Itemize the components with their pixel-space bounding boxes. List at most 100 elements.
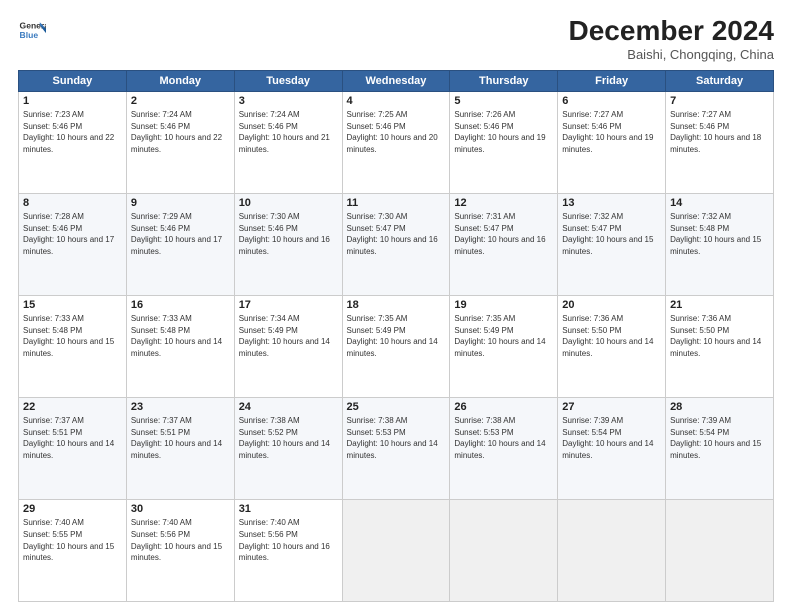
day-number: 15 xyxy=(23,299,122,311)
day-number: 2 xyxy=(131,95,230,107)
page: General Blue December 2024 Baishi, Chong… xyxy=(0,0,792,612)
day-number: 19 xyxy=(454,299,553,311)
day-info: Sunrise: 7:30 AMSunset: 5:47 PMDaylight:… xyxy=(347,212,438,256)
day-info: Sunrise: 7:36 AMSunset: 5:50 PMDaylight:… xyxy=(562,314,653,358)
day-number: 27 xyxy=(562,401,661,413)
day-info: Sunrise: 7:37 AMSunset: 5:51 PMDaylight:… xyxy=(23,416,114,460)
day-number: 10 xyxy=(239,197,338,209)
table-row: 24 Sunrise: 7:38 AMSunset: 5:52 PMDaylig… xyxy=(234,397,342,499)
table-row: 31 Sunrise: 7:40 AMSunset: 5:56 PMDaylig… xyxy=(234,499,342,601)
day-number: 13 xyxy=(562,197,661,209)
month-title: December 2024 xyxy=(569,16,774,47)
day-number: 24 xyxy=(239,401,338,413)
table-row: 11 Sunrise: 7:30 AMSunset: 5:47 PMDaylig… xyxy=(342,193,450,295)
col-wednesday: Wednesday xyxy=(342,70,450,91)
table-row xyxy=(558,499,666,601)
table-row: 26 Sunrise: 7:38 AMSunset: 5:53 PMDaylig… xyxy=(450,397,558,499)
table-row: 28 Sunrise: 7:39 AMSunset: 5:54 PMDaylig… xyxy=(666,397,774,499)
day-info: Sunrise: 7:40 AMSunset: 5:56 PMDaylight:… xyxy=(239,518,330,562)
table-row: 7 Sunrise: 7:27 AMSunset: 5:46 PMDayligh… xyxy=(666,91,774,193)
day-info: Sunrise: 7:33 AMSunset: 5:48 PMDaylight:… xyxy=(131,314,222,358)
day-number: 18 xyxy=(347,299,446,311)
day-info: Sunrise: 7:31 AMSunset: 5:47 PMDaylight:… xyxy=(454,212,545,256)
table-row: 15 Sunrise: 7:33 AMSunset: 5:48 PMDaylig… xyxy=(19,295,127,397)
table-row: 16 Sunrise: 7:33 AMSunset: 5:48 PMDaylig… xyxy=(126,295,234,397)
day-info: Sunrise: 7:32 AMSunset: 5:48 PMDaylight:… xyxy=(670,212,761,256)
day-info: Sunrise: 7:39 AMSunset: 5:54 PMDaylight:… xyxy=(670,416,761,460)
day-info: Sunrise: 7:40 AMSunset: 5:55 PMDaylight:… xyxy=(23,518,114,562)
logo-icon: General Blue xyxy=(18,16,46,44)
table-row xyxy=(342,499,450,601)
day-number: 11 xyxy=(347,197,446,209)
logo: General Blue xyxy=(18,16,46,44)
day-number: 28 xyxy=(670,401,769,413)
table-row: 27 Sunrise: 7:39 AMSunset: 5:54 PMDaylig… xyxy=(558,397,666,499)
col-sunday: Sunday xyxy=(19,70,127,91)
day-number: 21 xyxy=(670,299,769,311)
day-number: 20 xyxy=(562,299,661,311)
table-row: 8 Sunrise: 7:28 AMSunset: 5:46 PMDayligh… xyxy=(19,193,127,295)
table-row: 30 Sunrise: 7:40 AMSunset: 5:56 PMDaylig… xyxy=(126,499,234,601)
col-tuesday: Tuesday xyxy=(234,70,342,91)
col-saturday: Saturday xyxy=(666,70,774,91)
table-row: 25 Sunrise: 7:38 AMSunset: 5:53 PMDaylig… xyxy=(342,397,450,499)
day-info: Sunrise: 7:25 AMSunset: 5:46 PMDaylight:… xyxy=(347,110,438,154)
title-block: December 2024 Baishi, Chongqing, China xyxy=(569,16,774,62)
calendar-week-2: 8 Sunrise: 7:28 AMSunset: 5:46 PMDayligh… xyxy=(19,193,774,295)
day-number: 30 xyxy=(131,503,230,515)
location: Baishi, Chongqing, China xyxy=(569,47,774,62)
day-number: 14 xyxy=(670,197,769,209)
day-info: Sunrise: 7:24 AMSunset: 5:46 PMDaylight:… xyxy=(131,110,222,154)
header: General Blue December 2024 Baishi, Chong… xyxy=(18,16,774,62)
day-info: Sunrise: 7:35 AMSunset: 5:49 PMDaylight:… xyxy=(347,314,438,358)
day-info: Sunrise: 7:35 AMSunset: 5:49 PMDaylight:… xyxy=(454,314,545,358)
table-row: 9 Sunrise: 7:29 AMSunset: 5:46 PMDayligh… xyxy=(126,193,234,295)
calendar-week-1: 1 Sunrise: 7:23 AMSunset: 5:46 PMDayligh… xyxy=(19,91,774,193)
table-row: 6 Sunrise: 7:27 AMSunset: 5:46 PMDayligh… xyxy=(558,91,666,193)
table-row: 10 Sunrise: 7:30 AMSunset: 5:46 PMDaylig… xyxy=(234,193,342,295)
svg-text:Blue: Blue xyxy=(20,30,39,40)
calendar-week-4: 22 Sunrise: 7:37 AMSunset: 5:51 PMDaylig… xyxy=(19,397,774,499)
day-info: Sunrise: 7:27 AMSunset: 5:46 PMDaylight:… xyxy=(562,110,653,154)
calendar-week-5: 29 Sunrise: 7:40 AMSunset: 5:55 PMDaylig… xyxy=(19,499,774,601)
table-row xyxy=(450,499,558,601)
day-number: 17 xyxy=(239,299,338,311)
day-number: 25 xyxy=(347,401,446,413)
day-info: Sunrise: 7:37 AMSunset: 5:51 PMDaylight:… xyxy=(131,416,222,460)
table-row: 2 Sunrise: 7:24 AMSunset: 5:46 PMDayligh… xyxy=(126,91,234,193)
col-monday: Monday xyxy=(126,70,234,91)
day-number: 16 xyxy=(131,299,230,311)
table-row: 3 Sunrise: 7:24 AMSunset: 5:46 PMDayligh… xyxy=(234,91,342,193)
table-row: 21 Sunrise: 7:36 AMSunset: 5:50 PMDaylig… xyxy=(666,295,774,397)
day-number: 9 xyxy=(131,197,230,209)
day-info: Sunrise: 7:23 AMSunset: 5:46 PMDaylight:… xyxy=(23,110,114,154)
day-info: Sunrise: 7:30 AMSunset: 5:46 PMDaylight:… xyxy=(239,212,330,256)
table-row xyxy=(666,499,774,601)
table-row: 19 Sunrise: 7:35 AMSunset: 5:49 PMDaylig… xyxy=(450,295,558,397)
day-number: 26 xyxy=(454,401,553,413)
table-row: 22 Sunrise: 7:37 AMSunset: 5:51 PMDaylig… xyxy=(19,397,127,499)
day-number: 1 xyxy=(23,95,122,107)
col-friday: Friday xyxy=(558,70,666,91)
table-row: 18 Sunrise: 7:35 AMSunset: 5:49 PMDaylig… xyxy=(342,295,450,397)
calendar-table: Sunday Monday Tuesday Wednesday Thursday… xyxy=(18,70,774,602)
col-thursday: Thursday xyxy=(450,70,558,91)
table-row: 12 Sunrise: 7:31 AMSunset: 5:47 PMDaylig… xyxy=(450,193,558,295)
table-row: 23 Sunrise: 7:37 AMSunset: 5:51 PMDaylig… xyxy=(126,397,234,499)
day-info: Sunrise: 7:24 AMSunset: 5:46 PMDaylight:… xyxy=(239,110,330,154)
day-number: 6 xyxy=(562,95,661,107)
table-row: 29 Sunrise: 7:40 AMSunset: 5:55 PMDaylig… xyxy=(19,499,127,601)
day-number: 4 xyxy=(347,95,446,107)
day-number: 3 xyxy=(239,95,338,107)
day-info: Sunrise: 7:27 AMSunset: 5:46 PMDaylight:… xyxy=(670,110,761,154)
day-info: Sunrise: 7:34 AMSunset: 5:49 PMDaylight:… xyxy=(239,314,330,358)
day-info: Sunrise: 7:29 AMSunset: 5:46 PMDaylight:… xyxy=(131,212,222,256)
day-info: Sunrise: 7:28 AMSunset: 5:46 PMDaylight:… xyxy=(23,212,114,256)
table-row: 4 Sunrise: 7:25 AMSunset: 5:46 PMDayligh… xyxy=(342,91,450,193)
day-number: 5 xyxy=(454,95,553,107)
day-info: Sunrise: 7:32 AMSunset: 5:47 PMDaylight:… xyxy=(562,212,653,256)
day-number: 29 xyxy=(23,503,122,515)
day-info: Sunrise: 7:36 AMSunset: 5:50 PMDaylight:… xyxy=(670,314,761,358)
day-number: 12 xyxy=(454,197,553,209)
header-row: Sunday Monday Tuesday Wednesday Thursday… xyxy=(19,70,774,91)
